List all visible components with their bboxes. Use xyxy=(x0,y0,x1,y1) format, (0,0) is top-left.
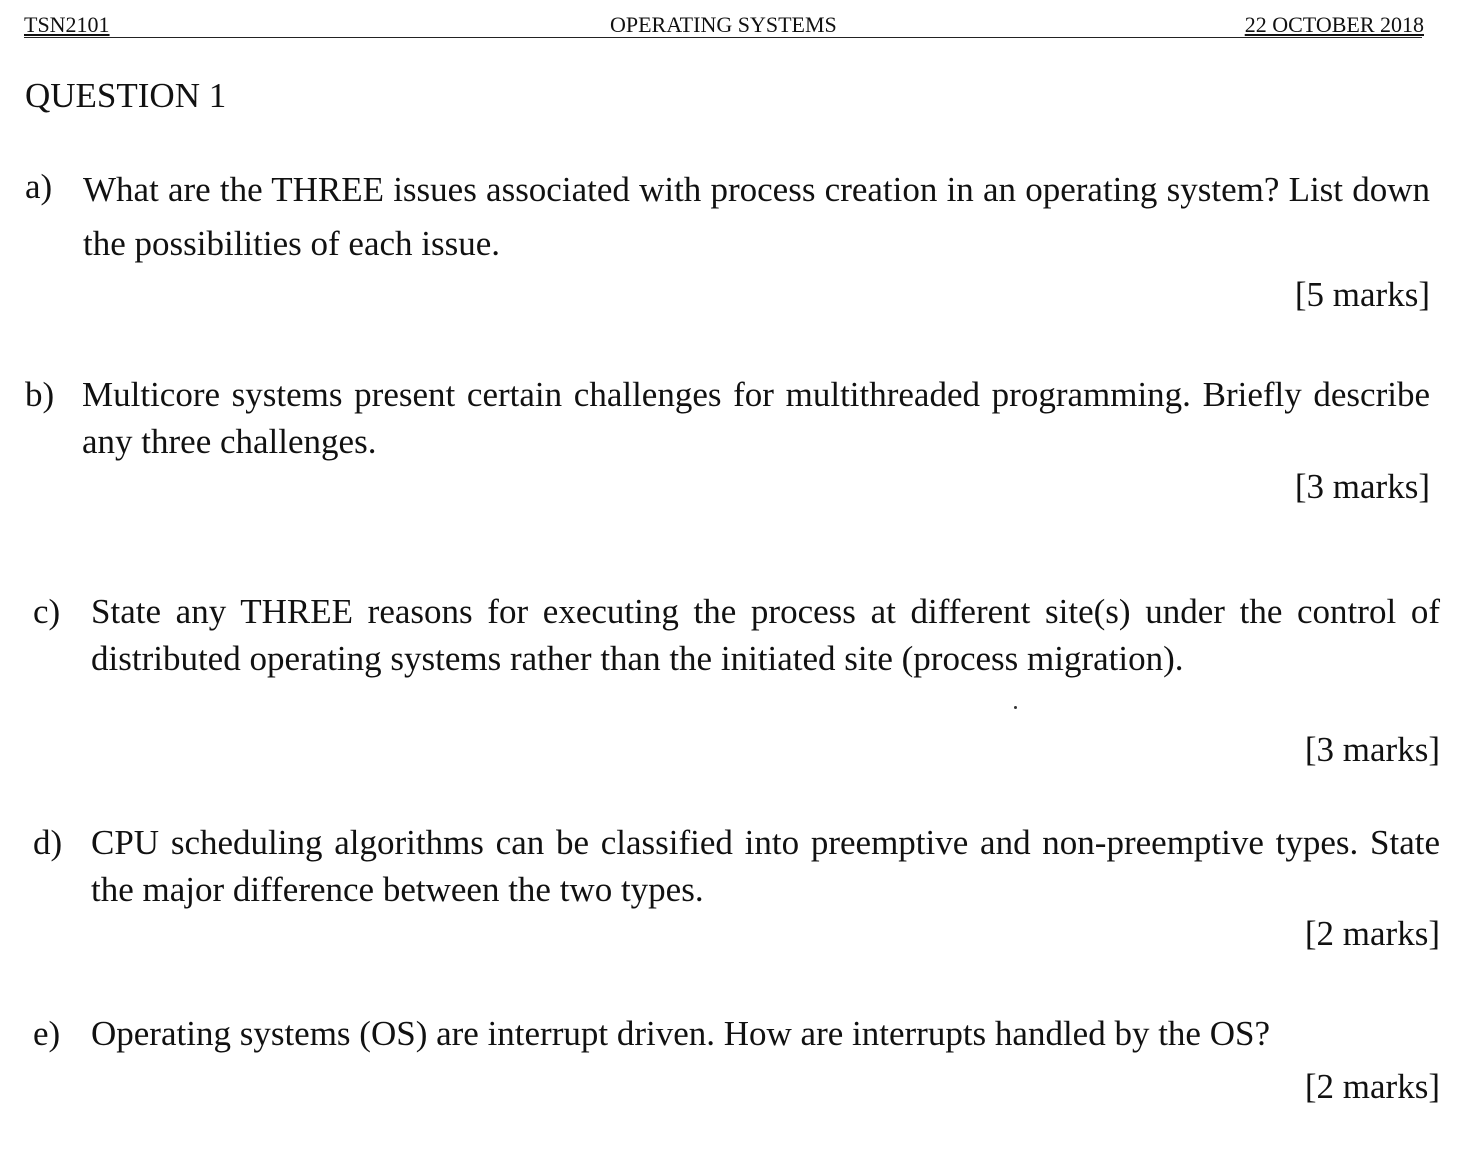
course-code: TSN2101 xyxy=(24,12,110,37)
page-header: TSN2101 OPERATING SYSTEMS 22 OCTOBER 201… xyxy=(24,10,1424,40)
question-part-d: d) CPU scheduling algorithms can be clas… xyxy=(33,819,1440,959)
header-rule xyxy=(24,37,1422,38)
part-text: Multicore systems present certain challe… xyxy=(82,375,1430,461)
course-title: OPERATING SYSTEMS xyxy=(610,12,837,37)
scan-speck xyxy=(1014,706,1017,709)
marks-label: [2 marks] xyxy=(1304,914,1440,953)
part-text: CPU scheduling algorithms can be classif… xyxy=(91,823,1440,909)
question-title: QUESTION 1 xyxy=(25,76,227,115)
part-label: c) xyxy=(33,592,61,631)
marks-label: [2 marks] xyxy=(1304,1067,1440,1106)
part-label: d) xyxy=(33,823,63,862)
question-part-e: e) Operating systems (OS) are interrupt … xyxy=(33,1010,1440,1110)
marks-label: [3 marks] xyxy=(1294,467,1430,506)
part-text: Operating systems (OS) are interrupt dri… xyxy=(91,1014,1270,1053)
part-label: e) xyxy=(33,1014,61,1053)
question-part-b: b) Multicore systems present certain cha… xyxy=(25,371,1430,511)
exam-date: 22 OCTOBER 2018 xyxy=(1244,12,1424,37)
marks-label: [3 marks] xyxy=(1304,730,1440,769)
part-label: b) xyxy=(25,375,55,414)
question-part-c: c) State any THREE reasons for executing… xyxy=(33,588,1440,778)
question-part-a: a) What are the THREE issues associated … xyxy=(25,163,1430,314)
marks-label: [5 marks] xyxy=(1294,275,1430,314)
part-text: State any THREE reasons for executing th… xyxy=(91,592,1440,678)
part-text: What are the THREE issues associated wit… xyxy=(83,170,1430,263)
part-label: a) xyxy=(25,167,53,206)
